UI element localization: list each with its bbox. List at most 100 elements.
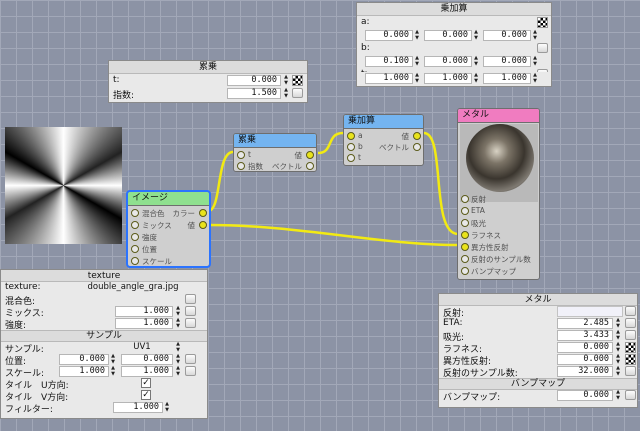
position-input-socket[interactable] — [131, 245, 139, 253]
a-z-stepper[interactable]: ▲ ▼ — [532, 29, 538, 41]
roughness-stepper[interactable]: ▲ ▼ — [615, 341, 621, 353]
value-output-socket[interactable] — [306, 151, 314, 159]
samples-texture-button[interactable] — [625, 366, 636, 376]
anisotropy-texture-toggle[interactable] — [625, 354, 636, 365]
muladd-node[interactable]: 乗加算 a b t 値 ベクトル — [343, 114, 424, 166]
sampler-select[interactable]: UV1 — [113, 342, 171, 353]
texture-filename[interactable]: double_angle_gra.jpg — [73, 282, 193, 293]
eta-texture-button[interactable] — [625, 318, 636, 328]
b-x-stepper[interactable]: ▲ ▼ — [414, 55, 420, 67]
t-z-field[interactable]: 1.000 — [483, 73, 531, 84]
t-y-field[interactable]: 1.000 — [424, 73, 472, 84]
socket-label: ベクトル — [272, 162, 302, 171]
scale-u-stepper[interactable]: ▲ ▼ — [110, 365, 116, 377]
b-z-field[interactable]: 0.000 — [483, 56, 531, 67]
mix-stepper[interactable]: ▲ ▼ — [175, 305, 181, 317]
tile-v-checkbox[interactable]: ✓ — [141, 390, 151, 400]
reflection-color-swatch[interactable] — [557, 306, 623, 317]
metal-node[interactable]: メタル 反射 ETA 吸光 ラフネス 異方性反射 反射のサンプル数 バンプマップ — [457, 108, 540, 280]
samples-stepper[interactable]: ▲ ▼ — [615, 365, 621, 377]
value-output-socket[interactable] — [413, 132, 421, 140]
bumpmap-texture-button[interactable] — [625, 390, 636, 400]
strength-input-socket[interactable] — [131, 233, 139, 241]
blend-input-socket[interactable] — [131, 209, 139, 217]
roughness-texture-toggle[interactable] — [625, 342, 636, 353]
anisotropy-field[interactable]: 0.000 — [557, 354, 613, 365]
bumpmap-stepper[interactable]: ▲ ▼ — [615, 389, 621, 401]
anisotropy-input-socket[interactable] — [461, 243, 469, 251]
node-title: 乗加算 — [344, 115, 423, 129]
anisotropy-stepper[interactable]: ▲ ▼ — [615, 353, 621, 365]
color-output-socket[interactable] — [199, 209, 207, 217]
b-input-socket[interactable] — [347, 143, 355, 151]
t-input-socket[interactable] — [347, 154, 355, 162]
eta-stepper[interactable]: ▲ ▼ — [615, 317, 621, 329]
a-y-stepper[interactable]: ▲ ▼ — [473, 29, 479, 41]
blend-texture-button[interactable] — [185, 294, 196, 304]
samples-field[interactable]: 32.000 — [557, 366, 613, 377]
absorb-texture-button[interactable] — [625, 330, 636, 340]
mix-texture-button[interactable] — [185, 306, 196, 316]
reflection-texture-button[interactable] — [625, 306, 636, 316]
mix-input-socket[interactable] — [131, 221, 139, 229]
t-input-socket[interactable] — [237, 151, 245, 159]
mix-field[interactable]: 1.000 — [115, 306, 173, 317]
image-node[interactable]: イメージ 混合色 ミックス 強度 位置 スケール カラー 値 — [126, 190, 211, 268]
eta-input-socket[interactable] — [461, 207, 469, 215]
exponent-stepper[interactable]: ▲ ▼ — [283, 87, 289, 99]
bumpmap-field[interactable]: 0.000 — [557, 390, 613, 401]
filter-stepper[interactable]: ▲ ▼ — [164, 401, 170, 413]
scale-v-stepper[interactable]: ▲ ▼ — [175, 365, 181, 377]
b-texture-button[interactable] — [537, 43, 548, 53]
t-value-field[interactable]: 0.000 — [227, 75, 281, 86]
exponent-texture-button[interactable] — [292, 88, 303, 98]
t-stepper[interactable]: ▲ ▼ — [283, 74, 289, 86]
roughness-field[interactable]: 0.000 — [557, 342, 613, 353]
absorb-field[interactable]: 3.433 — [557, 330, 613, 341]
t-x-stepper[interactable]: ▲ ▼ — [414, 72, 420, 84]
tile-u-checkbox[interactable]: ✓ — [141, 378, 151, 388]
a-z-field[interactable]: 0.000 — [483, 30, 531, 41]
t-x-field[interactable]: 1.000 — [365, 73, 413, 84]
b-z-stepper[interactable]: ▲ ▼ — [532, 55, 538, 67]
scale-texture-button[interactable] — [185, 366, 196, 376]
bumpmap-input-socket[interactable] — [461, 267, 469, 275]
position-v-stepper[interactable]: ▲ ▼ — [175, 353, 181, 365]
roughness-row: ラフネス: 0.000 ▲ ▼ — [439, 341, 637, 355]
a-texture-toggle[interactable] — [537, 17, 548, 28]
value-output-socket[interactable] — [199, 221, 207, 229]
b-y-field[interactable]: 0.000 — [424, 56, 472, 67]
samples-input-socket[interactable] — [461, 255, 469, 263]
strength-field[interactable]: 1.000 — [115, 318, 173, 329]
position-u-field[interactable]: 0.000 — [59, 354, 109, 365]
t-texture-toggle[interactable] — [292, 75, 303, 86]
a-x-field[interactable]: 0.000 — [365, 30, 413, 41]
t-y-stepper[interactable]: ▲ ▼ — [473, 72, 479, 84]
position-u-stepper[interactable]: ▲ ▼ — [110, 353, 116, 365]
absorb-input-socket[interactable] — [461, 219, 469, 227]
position-texture-button[interactable] — [185, 354, 196, 364]
power-node[interactable]: 累乗 t 指数 値 ベクトル — [233, 133, 317, 172]
exponent-value-field[interactable]: 1.500 — [227, 88, 281, 99]
b-x-field[interactable]: 0.100 — [365, 56, 413, 67]
sampler-stepper[interactable]: ▲ ▼ — [175, 341, 181, 353]
vector-output-socket[interactable] — [306, 162, 314, 170]
absorb-stepper[interactable]: ▲ ▼ — [615, 329, 621, 341]
a-x-stepper[interactable]: ▲ ▼ — [414, 29, 420, 41]
a-y-field[interactable]: 0.000 — [424, 30, 472, 41]
b-y-stepper[interactable]: ▲ ▼ — [473, 55, 479, 67]
exponent-input-socket[interactable] — [237, 162, 245, 170]
scale-input-socket[interactable] — [131, 257, 139, 265]
filter-field[interactable]: 1.000 — [113, 402, 163, 413]
a-input-socket[interactable] — [347, 132, 355, 140]
strength-stepper[interactable]: ▲ ▼ — [175, 317, 181, 329]
scale-v-field[interactable]: 1.000 — [121, 366, 173, 377]
t-z-stepper[interactable]: ▲ ▼ — [532, 72, 538, 84]
reflection-input-socket[interactable] — [461, 195, 469, 203]
vector-output-socket[interactable] — [413, 143, 421, 151]
position-v-field[interactable]: 0.000 — [121, 354, 173, 365]
strength-texture-button[interactable] — [185, 318, 196, 328]
scale-u-field[interactable]: 1.000 — [59, 366, 109, 377]
roughness-input-socket[interactable] — [461, 231, 469, 239]
eta-field[interactable]: 2.485 — [557, 318, 613, 329]
